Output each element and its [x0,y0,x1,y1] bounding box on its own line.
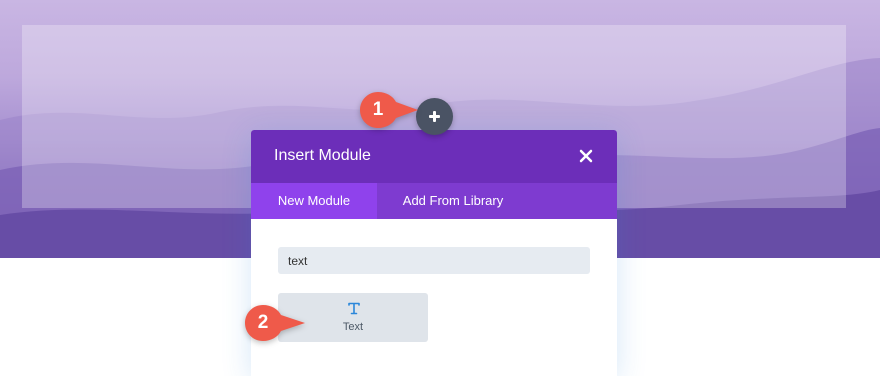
modal-title: Insert Module [274,147,371,164]
close-icon[interactable] [576,146,596,166]
text-module-icon [348,302,360,315]
callout-number: 1 [372,99,384,120]
callout-badge-1: 1 [360,92,418,128]
modal-tabs: New Module Add From Library [251,183,617,219]
modal-header: Insert Module [251,130,617,183]
module-search-input[interactable] [278,247,590,274]
callout-badge-2: 2 [245,305,305,341]
tab-add-from-library[interactable]: Add From Library [377,183,529,219]
tab-new-module[interactable]: New Module [251,183,377,219]
callout-number: 2 [257,312,269,333]
add-module-button[interactable] [416,98,453,135]
insert-module-modal: Insert Module New Module Add From Librar… [251,130,617,376]
